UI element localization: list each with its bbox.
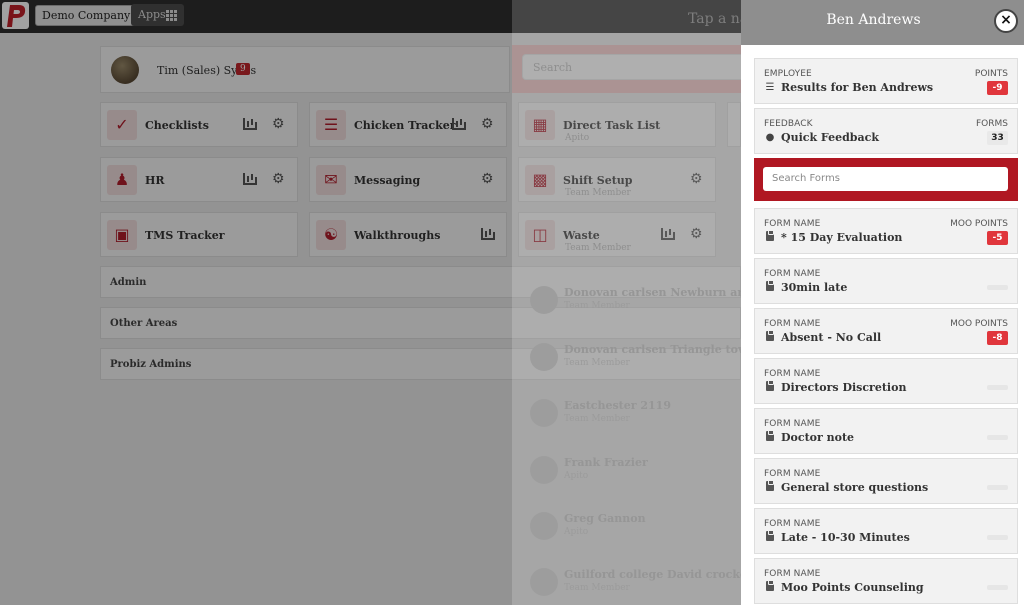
card-value: Late - 10-30 Minutes xyxy=(764,530,910,544)
card-right-label: POINTS xyxy=(974,69,1008,79)
clipboard-icon xyxy=(766,280,774,291)
card-right-label: MOO POINTS xyxy=(950,219,1008,229)
form-name: Directors Discretion xyxy=(781,381,907,394)
form-name: Late - 10-30 Minutes xyxy=(781,531,910,544)
card-value: Doctor note xyxy=(764,430,855,444)
clipboard-icon xyxy=(766,530,774,541)
form-item[interactable]: FORM NAME General store questions xyxy=(754,458,1018,504)
clipboard-icon xyxy=(766,580,774,591)
empty-badge xyxy=(987,535,1008,540)
clipboard-icon xyxy=(766,330,774,341)
card-value: Absent - No Call xyxy=(764,330,882,344)
feedback-text: Quick Feedback xyxy=(781,131,879,144)
employee-drawer: Ben Andrews × EMPLOYEE POINTS ☰ Results f… xyxy=(741,0,1024,605)
form-name: Doctor note xyxy=(781,431,855,444)
form-name: 30min late xyxy=(781,281,848,294)
form-item[interactable]: FORM NAME Directors Discretion xyxy=(754,358,1018,404)
empty-badge xyxy=(987,285,1008,290)
card-right-label: FORMS xyxy=(976,119,1008,129)
form-name: * 15 Day Evaluation xyxy=(781,231,903,244)
form-name: Moo Points Counseling xyxy=(781,581,924,594)
clipboard-icon xyxy=(766,230,774,241)
comment-icon: ● xyxy=(765,132,775,143)
card-label: FEEDBACK xyxy=(764,119,813,129)
form-name: General store questions xyxy=(781,481,929,494)
card-value: Directors Discretion xyxy=(764,380,907,394)
card-label: FORM NAME xyxy=(764,369,821,379)
quick-feedback-card[interactable]: FEEDBACK FORMS ● Quick Feedback 33 xyxy=(754,108,1018,154)
empty-badge xyxy=(987,485,1008,490)
card-label: FORM NAME xyxy=(764,319,821,329)
card-label: FORM NAME xyxy=(764,519,821,529)
close-icon[interactable]: × xyxy=(994,9,1018,33)
card-value: ☰ Results for Ben Andrews xyxy=(764,81,934,94)
card-label: FORM NAME xyxy=(764,419,821,429)
card-label: EMPLOYEE xyxy=(764,69,812,79)
form-item[interactable]: FORM NAME MOO POINTS * 15 Day Evaluation… xyxy=(754,208,1018,254)
card-value: ● Quick Feedback xyxy=(764,131,879,144)
card-value: General store questions xyxy=(764,480,929,494)
forms-count-badge: 33 xyxy=(987,131,1008,145)
form-item[interactable]: FORM NAME 30min late xyxy=(754,258,1018,304)
card-label: FORM NAME xyxy=(764,569,821,579)
form-name: Absent - No Call xyxy=(781,331,882,344)
clipboard-icon xyxy=(766,480,774,491)
empty-badge xyxy=(987,385,1008,390)
results-text: Results for Ben Andrews xyxy=(781,81,934,94)
drawer-header: Ben Andrews × xyxy=(741,0,1024,45)
employee-results-card[interactable]: EMPLOYEE POINTS ☰ Results for Ben Andrews… xyxy=(754,58,1018,104)
card-label: FORM NAME xyxy=(764,269,821,279)
form-item[interactable]: FORM NAME Doctor note xyxy=(754,408,1018,454)
clipboard-icon xyxy=(766,430,774,441)
form-item[interactable]: FORM NAME Late - 10-30 Minutes xyxy=(754,508,1018,554)
drawer-title: Ben Andrews xyxy=(826,12,921,28)
modal-backdrop-right xyxy=(512,0,741,605)
list-icon: ☰ xyxy=(765,82,775,93)
clipboard-icon xyxy=(766,380,774,391)
card-right-label: MOO POINTS xyxy=(950,319,1008,329)
card-value: 30min late xyxy=(764,280,848,294)
search-forms-bar: Search Forms xyxy=(754,158,1018,201)
form-item[interactable]: FORM NAME MOO POINTS Absent - No Call -8 xyxy=(754,308,1018,354)
card-label: FORM NAME xyxy=(764,469,821,479)
form-item[interactable]: FORM NAME Moo Points Counseling xyxy=(754,558,1018,604)
points-badge: -9 xyxy=(987,81,1008,95)
moo-points-badge: -8 xyxy=(987,331,1008,345)
card-value: Moo Points Counseling xyxy=(764,580,924,594)
empty-badge xyxy=(987,585,1008,590)
moo-points-badge: -5 xyxy=(987,231,1008,245)
search-forms-input[interactable]: Search Forms xyxy=(763,167,1008,191)
card-label: FORM NAME xyxy=(764,219,821,229)
card-value: * 15 Day Evaluation xyxy=(764,230,903,244)
empty-badge xyxy=(987,435,1008,440)
